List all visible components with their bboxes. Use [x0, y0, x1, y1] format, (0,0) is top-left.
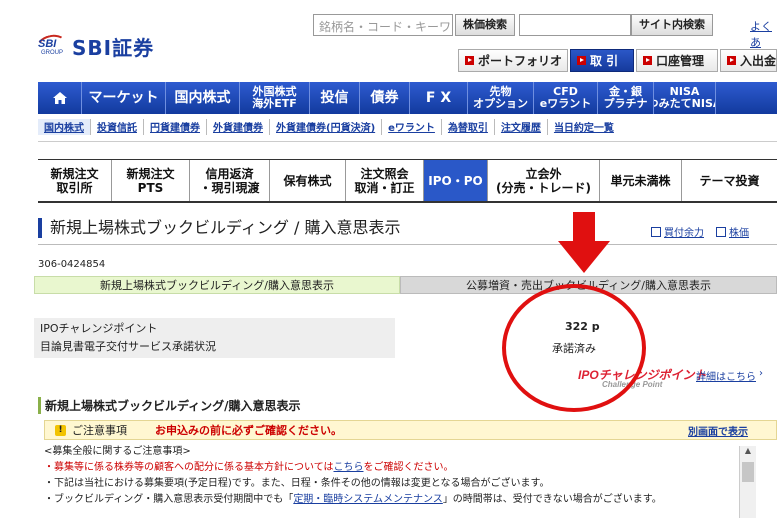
nav-domestic-stock[interactable]: 国内株式: [166, 82, 240, 114]
tab-new-order-pts[interactable]: 新規注文 PTS: [112, 160, 190, 201]
sbi-logo[interactable]: SBI GROUP SBI証券: [33, 31, 155, 62]
notice-scrollbar[interactable]: ▲: [739, 446, 756, 518]
notice-line: <募集全般に関するご注意事項>: [44, 446, 191, 457]
subnav-foreign-bond-yen[interactable]: 外貨建債券(円貨決済): [270, 119, 383, 135]
subnav-domestic-stock[interactable]: 国内株式: [38, 119, 91, 135]
subnav-fx-trade[interactable]: 為替取引: [442, 119, 495, 135]
arrow-icon: [727, 56, 736, 65]
nav-nisa[interactable]: NISA つみたてNISA: [654, 82, 716, 114]
portfolio-button[interactable]: ポートフォリオ: [458, 49, 568, 72]
notice-line: ・募集等に係る株券等の顧客への配分に係る基本方針についてはこちらをご確認ください…: [44, 462, 454, 473]
nav-gold[interactable]: 金・銀 プラチナ: [598, 82, 654, 114]
divider: [38, 141, 777, 142]
subnav-foreign-bond[interactable]: 外貨建債券: [207, 119, 270, 135]
home-icon[interactable]: [38, 82, 82, 114]
subnav-fund[interactable]: 投資信託: [91, 119, 144, 135]
sbi-logo-mark: SBI GROUP: [33, 31, 71, 62]
tab-ipo-po[interactable]: IPO・PO: [424, 160, 488, 201]
scroll-up-icon[interactable]: ▲: [740, 446, 756, 460]
subnav-order-history[interactable]: 注文履歴: [495, 119, 548, 135]
arrow-icon: [577, 56, 586, 65]
notice-title: ご注意事項: [72, 424, 127, 437]
tab-theme-invest[interactable]: テーマ投資: [682, 160, 777, 201]
site-search-button[interactable]: サイト内検索: [631, 14, 713, 36]
tab-off-floor[interactable]: 立会外 (分売・トレード): [488, 160, 600, 201]
tab-odd-lot[interactable]: 単元未満株: [600, 160, 682, 201]
sub-nav: 国内株式 投資信託 円貨建債券 外貨建債券 外貨建債券(円貨決済) eワラント …: [38, 119, 620, 135]
notice-warning: お申込みの前に必ずご確認ください。: [155, 424, 342, 437]
stock-search-button[interactable]: 株価検索: [455, 14, 515, 36]
annotation-circle: [502, 284, 646, 412]
page-title: 新規上場株式ブックビルディング / 購入意思表示: [38, 218, 400, 238]
sub-tabs: 新規上場株式ブックビルディング/購入意思表示 公募増資・売出ブックビルディング/…: [34, 276, 777, 294]
tab-holdings[interactable]: 保有株式: [270, 160, 346, 201]
notice-line: ・ブックビルディング・購入意思表示受付期間中でも「定期・臨時システムメンテナンス…: [44, 494, 662, 505]
consent-label: 目論見書電子交付サービス承諾状況: [40, 340, 216, 353]
chevron-right-icon: ›: [759, 368, 763, 379]
tab-order-inquiry[interactable]: 注文照会 取消・訂正: [346, 160, 424, 201]
buying-power-link[interactable]: 買付余力: [651, 224, 704, 239]
page-links: 買付余力 株価: [651, 224, 749, 239]
nav-cfd[interactable]: CFD eワラント: [534, 82, 598, 114]
section-title: 新規上場株式ブックビルディング/購入意思表示: [38, 397, 777, 414]
trade-tabs: 新規注文 取引所 新規注文 PTS 信用返済 ・現引現渡 保有株式 注文照会 取…: [38, 159, 777, 203]
stock-search-input[interactable]: 銘柄名・コード・キーワ: [313, 14, 453, 36]
subnav-today-executions[interactable]: 当日約定一覧: [548, 119, 620, 135]
nav-fund[interactable]: 投信: [310, 82, 360, 114]
account-number: 306-0424854: [38, 259, 106, 270]
site-search-input[interactable]: [519, 14, 631, 36]
torihiki-button[interactable]: 取 引: [570, 49, 634, 72]
nav-bond[interactable]: 債券: [360, 82, 410, 114]
window-icon: [651, 226, 661, 237]
open-separate-window-link[interactable]: 別画面で表示: [688, 423, 748, 438]
nav-more[interactable]: [716, 82, 777, 114]
maintenance-link[interactable]: 定期・臨時システムメンテナンス: [293, 494, 443, 505]
scroll-thumb[interactable]: [742, 462, 754, 482]
account-button[interactable]: 口座管理: [636, 49, 718, 72]
notice-body: <募集全般に関するご注意事項> ・募集等に係る株券等の顧客への配分に係る基本方針…: [44, 444, 734, 508]
arrow-icon: [643, 56, 652, 65]
subnav-ewarrant[interactable]: eワラント: [382, 119, 442, 135]
faq-link[interactable]: よくあ: [750, 18, 777, 50]
deposit-button[interactable]: 入出金: [720, 49, 777, 72]
notice-line: ・下記は当社における募集要項(予定日程)です。また、日程・条件その他の情報は変更…: [44, 478, 550, 489]
nav-foreign-stock[interactable]: 外国株式 海外ETF: [240, 82, 310, 114]
arrow-icon: [465, 56, 474, 65]
warning-icon: !: [55, 424, 66, 436]
annotation-arrow-icon: [558, 241, 610, 273]
subtab-new-listing[interactable]: 新規上場株式ブックビルディング/購入意思表示: [34, 276, 400, 294]
tab-margin-close[interactable]: 信用返済 ・現引現渡: [190, 160, 270, 201]
notice-bar: ! ご注意事項 お申込みの前に必ずご確認ください。 別画面で表示: [44, 420, 777, 440]
window-icon: [716, 226, 726, 237]
logo-text: SBI証券: [72, 36, 155, 60]
subnav-yen-bond[interactable]: 円貨建債券: [144, 119, 207, 135]
ipo-point-label: IPOチャレンジポイント: [40, 322, 158, 335]
nav-fx[interactable]: F X: [410, 82, 468, 114]
stock-price-link[interactable]: 株価: [716, 224, 749, 239]
main-nav: マーケット 国内株式 外国株式 海外ETF 投信 債券 F X 先物 オプション…: [38, 82, 777, 114]
nav-futures[interactable]: 先物 オプション: [468, 82, 534, 114]
detail-link[interactable]: 詳細はこちら: [696, 368, 756, 383]
policy-link[interactable]: こちら: [334, 462, 364, 473]
divider: [38, 244, 777, 245]
nav-market[interactable]: マーケット: [82, 82, 166, 114]
ipo-info-box: IPOチャレンジポイント 目論見書電子交付サービス承諾状況: [34, 318, 395, 358]
annotation-arrow-shaft: [573, 212, 595, 242]
tab-new-order-exchange[interactable]: 新規注文 取引所: [38, 160, 112, 201]
